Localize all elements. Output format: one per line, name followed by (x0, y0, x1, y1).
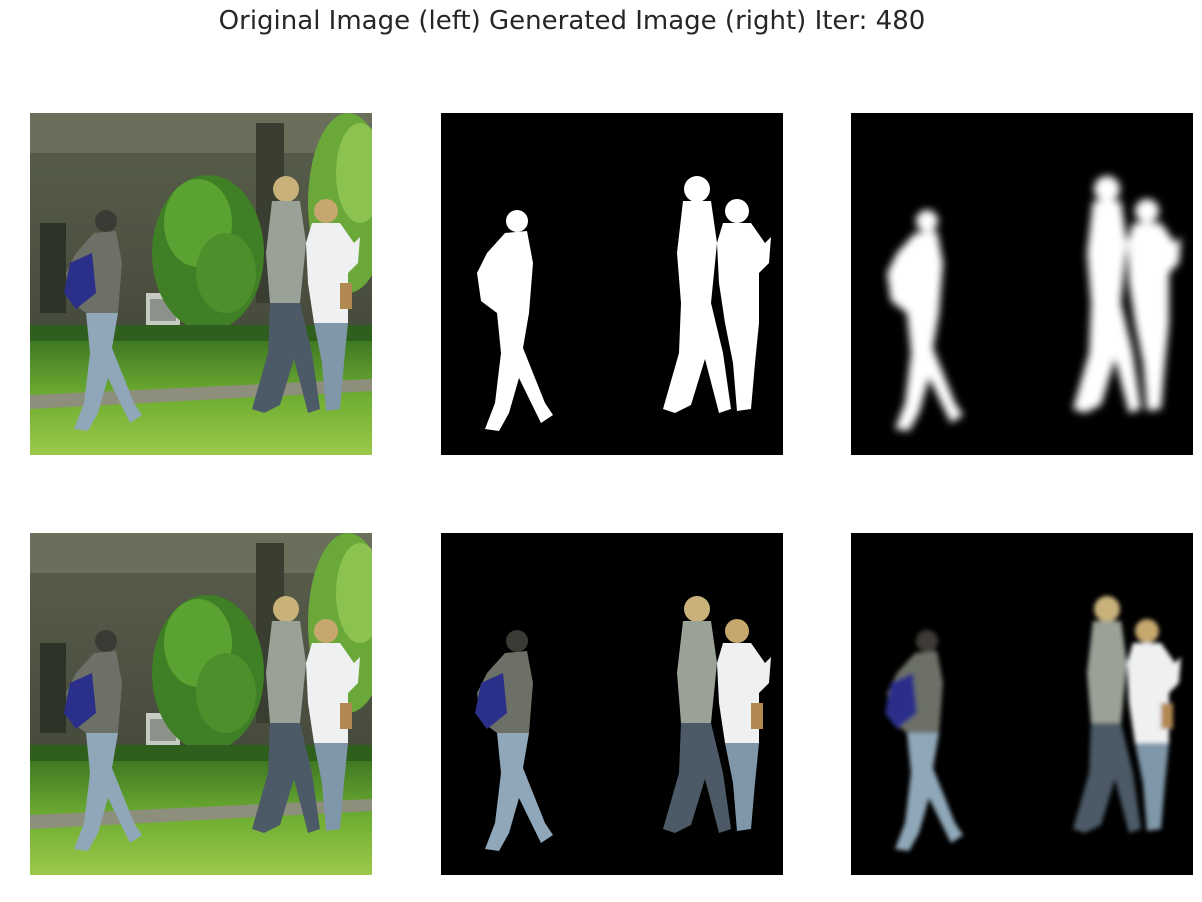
generated-masked-image-panel (851, 533, 1193, 875)
ground-truth-masked-image-panel (441, 533, 783, 875)
generated-mask-panel (851, 113, 1193, 455)
original-image-panel (30, 113, 372, 455)
ground-truth-mask-panel (441, 113, 783, 455)
original-image-panel (30, 533, 372, 875)
figure-title: Original Image (left) Generated Image (r… (218, 6, 926, 36)
